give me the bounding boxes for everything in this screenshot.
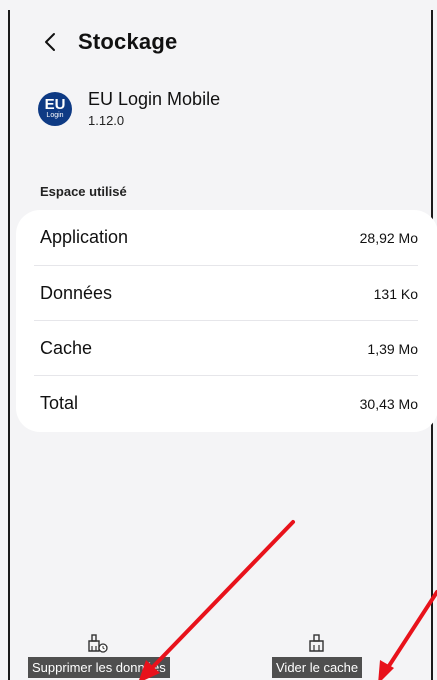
page-title: Stockage [78, 29, 178, 54]
chevron-left-icon [45, 33, 55, 51]
clear-cache-label: Vider le cache [272, 657, 363, 678]
annotation-arrowhead-right [378, 660, 394, 680]
storage-row-label: Données [40, 283, 113, 303]
storage-row-value: 28,92 Mo [359, 229, 418, 246]
back-button[interactable] [40, 30, 60, 54]
storage-card: Application 28,92 Mo Données 131 Ko Cach… [16, 210, 437, 432]
app-logo-text: EU [44, 96, 66, 113]
app-screen: Stockage EU Login EU Login Mobile 1.12.0… [0, 0, 437, 680]
broom-clear-data-icon [88, 634, 108, 653]
app-logo-icon: EU Login [38, 92, 72, 126]
storage-row-total: Total 30,43 Mo [34, 376, 418, 431]
screenshot-border-left [8, 10, 10, 680]
clear-cache-button[interactable]: Vider le cache [272, 634, 363, 678]
broom-icon [309, 634, 324, 652]
storage-row-label: Total [40, 393, 79, 413]
storage-row-label: Cache [40, 338, 93, 358]
clear-data-button[interactable]: Supprimer les données [28, 634, 170, 678]
app-name: EU Login Mobile [88, 89, 221, 109]
section-label-used-space: Espace utilisé [40, 184, 127, 199]
annotation-arrow-right [383, 590, 437, 674]
storage-row-value: 1,39 Mo [367, 340, 418, 357]
storage-row-value: 131 Ko [373, 285, 418, 302]
storage-row-value: 30,43 Mo [359, 395, 418, 412]
storage-row-data: Données 131 Ko [34, 266, 418, 321]
storage-row-cache: Cache 1,39 Mo [34, 321, 418, 376]
clear-data-label: Supprimer les données [28, 657, 170, 678]
app-logo-subtext: Login [46, 112, 64, 119]
app-info: EU Login EU Login Mobile 1.12.0 [38, 88, 220, 128]
app-version: 1.12.0 [88, 113, 125, 128]
storage-row-label: Application [40, 227, 129, 247]
top-app-bar: Stockage [40, 26, 177, 58]
storage-row-application: Application 28,92 Mo [34, 210, 418, 265]
